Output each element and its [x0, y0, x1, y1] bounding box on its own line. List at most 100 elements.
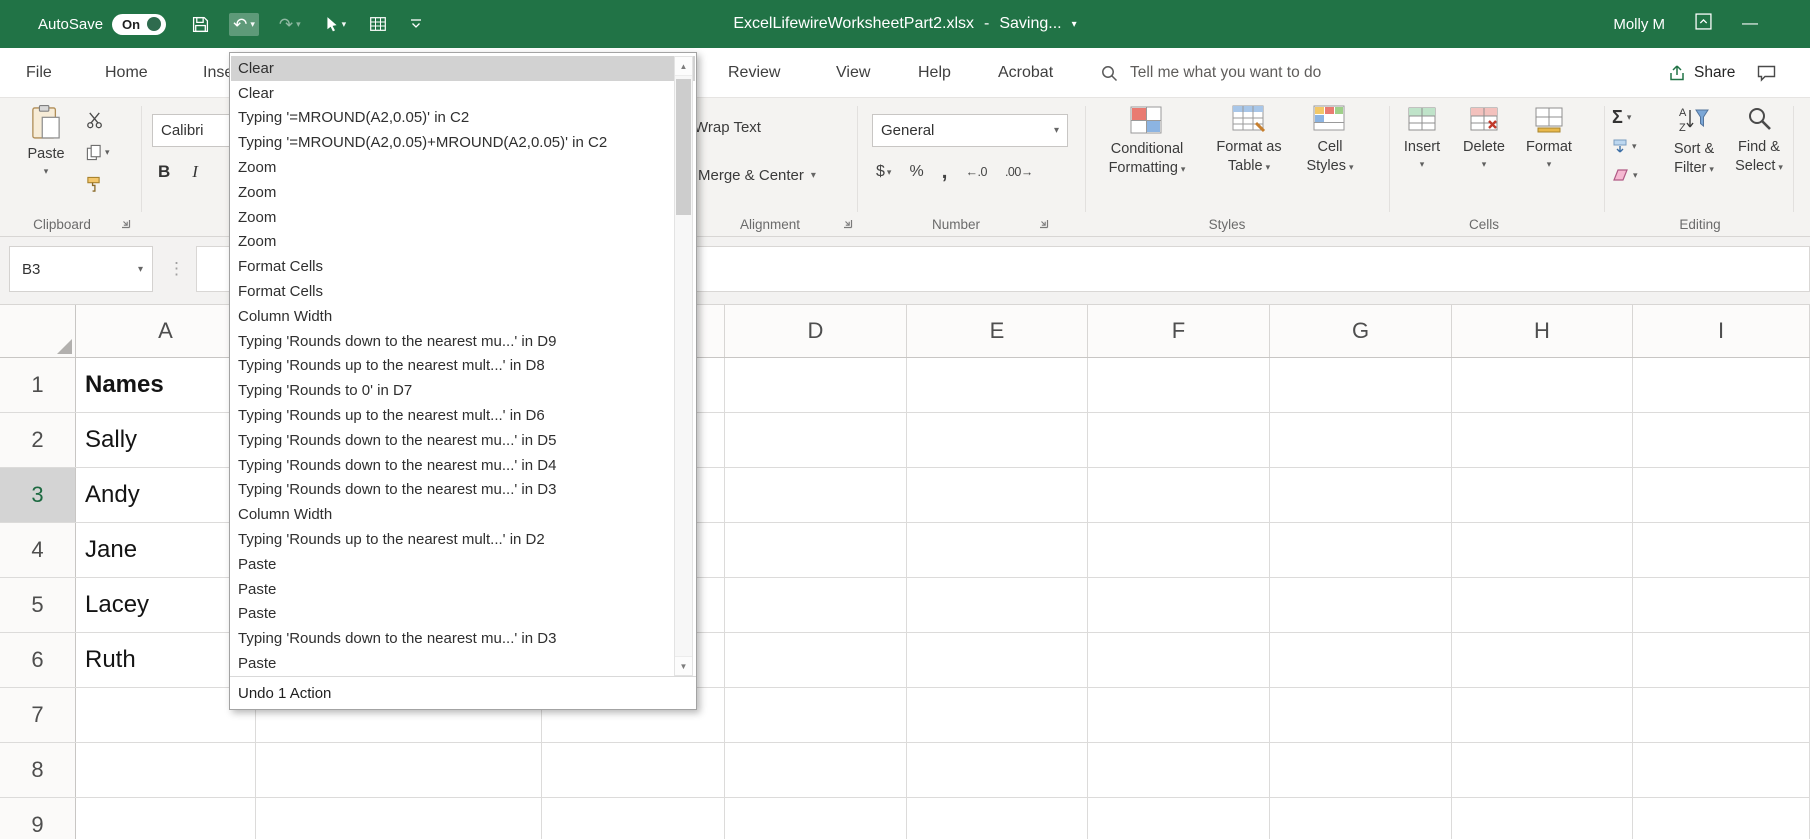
- undo-history-item[interactable]: Typing 'Rounds to 0' in D7: [231, 378, 695, 403]
- undo-history-item[interactable]: Typing '=MROUND(A2,0.05)+MROUND(A2,0.05)…: [231, 130, 695, 155]
- merge-center-button[interactable]: Merge & Center ▾: [698, 167, 816, 184]
- row-header[interactable]: 5: [0, 578, 76, 632]
- accounting-format-button[interactable]: $ ▾: [876, 163, 891, 181]
- share-button[interactable]: Share: [1668, 48, 1735, 98]
- format-painter-button[interactable]: [86, 174, 110, 194]
- increase-decimal-button[interactable]: ←.0: [966, 165, 987, 179]
- undo-history-item[interactable]: Paste: [231, 577, 695, 602]
- row-header[interactable]: 6: [0, 633, 76, 687]
- merge-center-caret-icon[interactable]: ▾: [811, 170, 816, 181]
- save-button[interactable]: [188, 13, 213, 36]
- formula-bar-handle[interactable]: ⋮: [168, 246, 185, 292]
- clipboard-dialog-launcher[interactable]: [120, 216, 131, 234]
- number-format-combo[interactable]: General ▾: [872, 114, 1068, 147]
- undo-history-item[interactable]: Typing '=MROUND(A2,0.05)' in C2: [231, 106, 695, 131]
- column-header[interactable]: F: [1088, 305, 1270, 357]
- undo-history-item[interactable]: Typing 'Rounds up to the nearest mult...…: [231, 403, 695, 428]
- find-select-button[interactable]: Find & Select▾: [1727, 104, 1791, 176]
- clear-button[interactable]: ▾: [1612, 164, 1638, 186]
- ribbon-display-options-button[interactable]: [1695, 13, 1712, 35]
- ribbon-tab[interactable]: File: [26, 48, 52, 98]
- table-tool-button[interactable]: [366, 14, 390, 34]
- undo-history-item[interactable]: Zoom: [231, 205, 695, 230]
- ribbon-tab[interactable]: Acrobat: [998, 48, 1053, 98]
- row-header[interactable]: 1: [0, 358, 76, 412]
- touch-mouse-mode-button[interactable]: ▾: [321, 13, 351, 35]
- undo-history-item[interactable]: Clear: [231, 81, 695, 106]
- tell-me-box[interactable]: Tell me what you want to do: [1100, 48, 1321, 98]
- autosave-toggle[interactable]: On: [112, 14, 166, 35]
- row-header[interactable]: 9: [0, 798, 76, 839]
- conditional-formatting-button[interactable]: Conditional Formatting▾: [1095, 104, 1199, 178]
- column-header[interactable]: E: [907, 305, 1088, 357]
- undo-history-item[interactable]: Paste: [231, 602, 695, 627]
- undo-history-item[interactable]: Typing 'Rounds down to the nearest mu...…: [231, 428, 695, 453]
- format-caret-icon[interactable]: ▾: [1547, 159, 1552, 171]
- comma-style-button[interactable]: ,: [942, 160, 948, 184]
- undo-history-item[interactable]: Clear: [231, 56, 695, 81]
- undo-history-item[interactable]: Column Width: [231, 304, 695, 329]
- ribbon-tab[interactable]: Review: [728, 48, 780, 98]
- autosum-button[interactable]: Σ ▾: [1612, 106, 1638, 128]
- column-header[interactable]: G: [1270, 305, 1452, 357]
- comments-button[interactable]: [1757, 48, 1776, 98]
- delete-caret-icon[interactable]: ▾: [1482, 159, 1487, 171]
- undo-dropdown-caret-icon[interactable]: ▾: [250, 20, 255, 29]
- scrollbar-thumb[interactable]: [676, 79, 691, 215]
- undo-history-item[interactable]: Typing 'Rounds up to the nearest mult...…: [231, 527, 695, 552]
- paste-button[interactable]: Paste ▾: [17, 104, 75, 178]
- insert-cells-button[interactable]: Insert ▾: [1392, 104, 1452, 171]
- undo-history-item[interactable]: Paste: [231, 552, 695, 577]
- column-header[interactable]: I: [1633, 305, 1810, 357]
- copy-caret-icon[interactable]: ▾: [105, 147, 110, 158]
- undo-history-item[interactable]: Zoom: [231, 180, 695, 205]
- paste-caret-icon[interactable]: ▾: [44, 166, 49, 178]
- undo-history-item[interactable]: Format Cells: [231, 279, 695, 304]
- clear-caret-icon[interactable]: ▾: [1633, 170, 1638, 181]
- undo-history-item[interactable]: Typing 'Rounds down to the nearest mu...…: [231, 329, 695, 354]
- undo-button[interactable]: ↶ ▾: [229, 13, 259, 36]
- cut-button[interactable]: [86, 110, 110, 130]
- number-format-caret-icon[interactable]: ▾: [1054, 125, 1059, 136]
- insert-caret-icon[interactable]: ▾: [1420, 159, 1425, 171]
- undo-history-item[interactable]: Zoom: [231, 230, 695, 255]
- undo-history-item[interactable]: Format Cells: [231, 254, 695, 279]
- row-header[interactable]: 2: [0, 413, 76, 467]
- undo-action-footer[interactable]: Undo 1 Action: [230, 676, 696, 709]
- bold-button[interactable]: B: [158, 162, 170, 182]
- cell-styles-button[interactable]: Cell Styles▾: [1298, 104, 1362, 176]
- fill-button[interactable]: ▾: [1612, 135, 1638, 157]
- cell[interactable]: [76, 743, 256, 797]
- format-as-table-button[interactable]: Format as Table▾: [1201, 104, 1297, 176]
- number-dialog-launcher[interactable]: [1038, 216, 1049, 234]
- redo-button[interactable]: ↷ ▾: [275, 13, 305, 36]
- fill-caret-icon[interactable]: ▾: [1632, 141, 1637, 152]
- italic-button[interactable]: I: [192, 162, 198, 182]
- scroll-down-button[interactable]: ▼: [675, 656, 692, 675]
- ribbon-tab[interactable]: View: [836, 48, 870, 98]
- user-name[interactable]: Molly M: [1613, 16, 1665, 33]
- percent-style-button[interactable]: %: [909, 163, 923, 181]
- undo-history-item[interactable]: Column Width: [231, 502, 695, 527]
- column-header[interactable]: H: [1452, 305, 1633, 357]
- copy-button[interactable]: ▾: [86, 142, 110, 162]
- ribbon-tab[interactable]: Help: [918, 48, 951, 98]
- undo-history-item[interactable]: Typing 'Rounds down to the nearest mu...…: [231, 478, 695, 503]
- wrap-text-button[interactable]: Wrap Text: [694, 119, 761, 136]
- undo-history-item[interactable]: Typing 'Rounds down to the nearest mu...…: [231, 626, 695, 651]
- row-header[interactable]: 7: [0, 688, 76, 742]
- customize-quick-access-button[interactable]: [406, 15, 426, 33]
- ribbon-tab[interactable]: Home: [105, 48, 148, 98]
- cell[interactable]: [76, 798, 256, 839]
- name-box[interactable]: B3 ▾: [9, 246, 153, 292]
- row-header[interactable]: 8: [0, 743, 76, 797]
- undo-history-item[interactable]: Typing 'Rounds up to the nearest mult...…: [231, 354, 695, 379]
- row-header[interactable]: 3: [0, 468, 76, 522]
- scroll-up-button[interactable]: ▲: [675, 57, 692, 76]
- dropdown-scrollbar[interactable]: ▲ ▼: [674, 56, 693, 676]
- alignment-dialog-launcher[interactable]: [842, 216, 853, 234]
- column-header[interactable]: D: [725, 305, 907, 357]
- minimize-button[interactable]: —: [1742, 15, 1758, 33]
- delete-cells-button[interactable]: Delete ▾: [1454, 104, 1514, 171]
- sort-filter-button[interactable]: AZ Sort & Filter▾: [1660, 104, 1728, 178]
